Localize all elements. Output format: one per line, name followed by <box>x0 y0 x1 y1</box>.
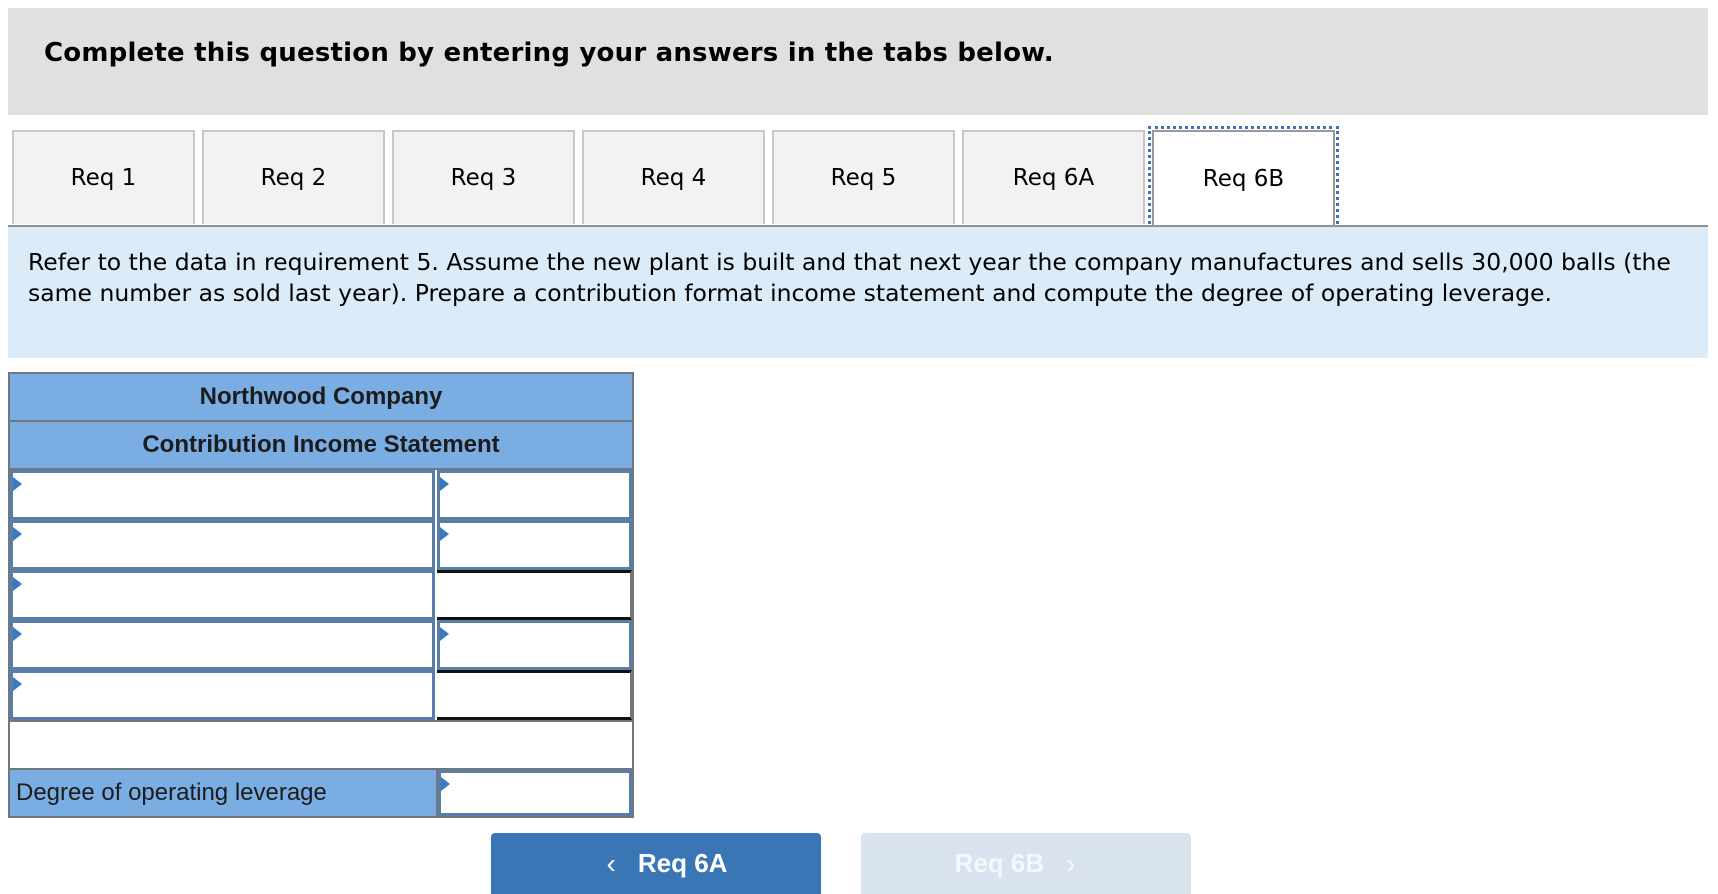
dropdown-marker-icon <box>13 627 22 641</box>
tab-req-1[interactable]: Req 1 <box>12 130 195 224</box>
amount-input[interactable] <box>439 623 629 667</box>
tab-req-2[interactable]: Req 2 <box>202 130 385 224</box>
header-title: Complete this question by entering your … <box>44 38 1054 68</box>
amount-input[interactable] <box>439 523 629 567</box>
label-input[interactable] <box>13 673 432 717</box>
question-header: Complete this question by entering your … <box>8 8 1708 115</box>
blank-row <box>10 720 632 768</box>
next-req-button[interactable]: Req 6B › <box>861 833 1191 894</box>
instructions-text: Refer to the data in requirement 5. Assu… <box>28 248 1671 307</box>
dropdown-marker-icon <box>13 477 22 491</box>
tab-req-5[interactable]: Req 5 <box>772 130 955 224</box>
dropdown-marker-icon <box>441 777 450 791</box>
label-input[interactable] <box>13 523 432 567</box>
table-row <box>10 670 632 720</box>
next-req-label: Req 6B <box>954 848 1045 878</box>
tab-req-3[interactable]: Req 3 <box>392 130 575 224</box>
dropdown-marker-icon <box>13 577 22 591</box>
dol-input[interactable] <box>441 773 629 813</box>
table-row <box>10 520 632 570</box>
total-cell <box>436 670 632 720</box>
dropdown-marker-icon <box>439 527 449 541</box>
company-name: Northwood Company <box>10 374 632 422</box>
prev-req-label: Req 6A <box>637 848 728 878</box>
table-row <box>10 470 632 520</box>
dol-label: Degree of operating leverage <box>10 770 438 816</box>
amount-cell[interactable] <box>436 620 632 670</box>
dol-cell[interactable] <box>438 770 632 816</box>
amount-input[interactable] <box>439 473 629 517</box>
dropdown-marker-icon <box>13 527 22 541</box>
tab-req-4[interactable]: Req 4 <box>582 130 765 224</box>
income-statement-table: Northwood Company Contribution Income St… <box>8 372 634 818</box>
amount-cell[interactable] <box>436 470 632 520</box>
label-dropdown-cell[interactable] <box>10 570 435 620</box>
label-dropdown-cell[interactable] <box>10 470 435 520</box>
subtotal-cell <box>436 570 632 620</box>
table-row <box>10 620 632 670</box>
chevron-right-icon: › <box>1066 847 1076 879</box>
label-input[interactable] <box>13 623 432 667</box>
table-row <box>10 570 632 620</box>
dol-row: Degree of operating leverage <box>10 768 632 816</box>
label-dropdown-cell[interactable] <box>10 520 435 570</box>
instructions-panel: Refer to the data in requirement 5. Assu… <box>8 227 1708 358</box>
dropdown-marker-icon <box>439 477 449 491</box>
prev-req-button[interactable]: ‹ Req 6A <box>491 833 821 894</box>
dropdown-marker-icon <box>439 627 449 641</box>
dropdown-marker-icon <box>13 677 22 691</box>
label-dropdown-cell[interactable] <box>10 670 435 720</box>
tab-req-6b[interactable]: Req 6B <box>1148 126 1339 230</box>
chevron-left-icon: ‹ <box>606 847 616 879</box>
label-input[interactable] <box>13 573 432 617</box>
requirement-tabs: Req 1 Req 2 Req 3 Req 4 Req 5 Req 6A Req… <box>12 126 1712 230</box>
amount-cell[interactable] <box>436 520 632 570</box>
label-input[interactable] <box>13 473 432 517</box>
statement-title: Contribution Income Statement <box>10 422 632 470</box>
tab-req-6a[interactable]: Req 6A <box>962 130 1145 224</box>
label-dropdown-cell[interactable] <box>10 620 435 670</box>
